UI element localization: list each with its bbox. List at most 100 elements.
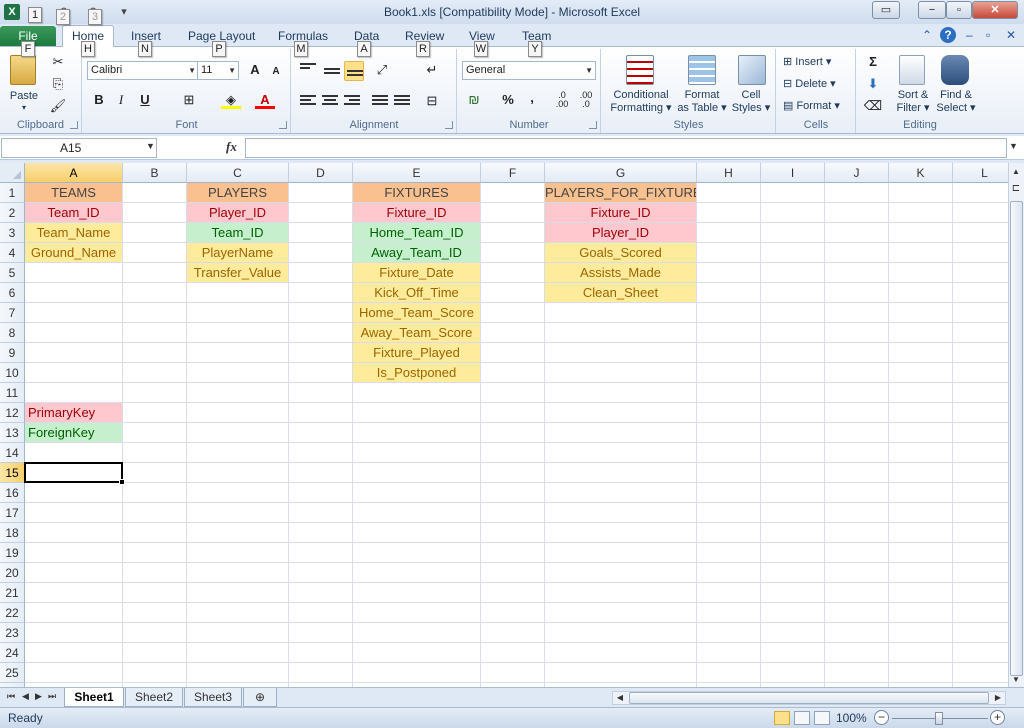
column-header-d[interactable]: D [289, 163, 353, 183]
align-left-icon[interactable] [300, 95, 316, 107]
shrink-font-button[interactable]: A [266, 63, 286, 81]
cell-g5[interactable]: Assists_Made [545, 263, 696, 282]
cell-c4[interactable]: PlayerName [187, 243, 288, 262]
percent-style-button[interactable]: % [498, 91, 518, 109]
last-sheet-icon[interactable]: ⏭ [48, 691, 56, 702]
workbook-minimize-icon[interactable]: – [966, 28, 973, 42]
format-as-table-icon[interactable] [688, 55, 716, 85]
close-button[interactable]: ✕ [972, 1, 1018, 19]
paste-icon[interactable] [10, 55, 36, 85]
align-center-icon[interactable] [322, 95, 338, 107]
copy-icon[interactable]: ⎘ [48, 75, 68, 93]
page-break-view-button[interactable] [814, 711, 830, 725]
grow-font-button[interactable]: A [245, 61, 265, 79]
scroll-up-icon[interactable]: ▲ [1009, 167, 1023, 176]
next-sheet-icon[interactable]: ▶ [35, 691, 42, 702]
row-header-22[interactable]: 22 [0, 603, 25, 623]
sheet-tab-sheet2[interactable]: Sheet2 [125, 688, 183, 707]
row-header-1[interactable]: 1 [0, 183, 25, 203]
underline-button[interactable]: U [135, 91, 155, 109]
sort-filter-button[interactable]: Sort & Filter ▾ [893, 89, 933, 115]
cell-styles-icon[interactable] [738, 55, 766, 85]
row-header-25[interactable]: 25 [0, 663, 25, 683]
row-header-3[interactable]: 3 [0, 223, 25, 243]
insert-sheet-icon[interactable]: ⊕ [243, 688, 277, 707]
column-header-e[interactable]: E [353, 163, 481, 183]
name-box[interactable]: A15 [1, 138, 157, 158]
column-header-k[interactable]: K [889, 163, 953, 183]
align-bottom-button[interactable] [344, 61, 364, 81]
increase-indent-icon[interactable] [394, 95, 410, 107]
cell-e3[interactable]: Home_Team_ID [353, 223, 480, 242]
row-header-13[interactable]: 13 [0, 423, 25, 443]
binoculars-icon[interactable] [941, 55, 969, 85]
row-header-12[interactable]: 12 [0, 403, 25, 423]
find-select-button[interactable]: Find & Select ▾ [935, 89, 977, 115]
align-right-icon[interactable] [344, 95, 360, 107]
insert-function-icon[interactable]: fx [226, 139, 237, 155]
name-box-dropdown-icon[interactable]: ▼ [146, 141, 155, 151]
cell-g4[interactable]: Goals_Scored [545, 243, 696, 262]
italic-button[interactable]: I [111, 91, 131, 109]
ribbon-minimize-button[interactable]: ▭ [872, 1, 900, 19]
row-header-7[interactable]: 7 [0, 303, 25, 323]
font-name-combo[interactable]: Calibri ▼ [87, 61, 199, 80]
paste-button[interactable]: Paste [6, 90, 42, 102]
cell-styles-button[interactable]: Cell Styles ▾ [728, 89, 774, 115]
zoom-slider-thumb[interactable] [935, 712, 943, 725]
cell-e7[interactable]: Home_Team_Score [353, 303, 480, 322]
fill-color-icon[interactable]: ◈ [221, 91, 241, 109]
cell-a2[interactable]: Team_ID [25, 203, 122, 222]
cell-e5[interactable]: Fixture_Date [353, 263, 480, 282]
borders-icon[interactable]: ⊞ [179, 91, 199, 109]
format-as-table-button[interactable]: Format as Table ▾ [676, 89, 728, 115]
cell-a12[interactable]: PrimaryKey [25, 403, 122, 422]
prev-sheet-icon[interactable]: ◀ [22, 691, 29, 702]
worksheet-grid[interactable]: A B C D E F G H I J K L 1 2 3 4 5 6 7 8 9 10 11 12 13 14 15 16 17 18 1… [0, 163, 1008, 687]
cell-g1[interactable]: PLAYERS_FOR_FIXTURE [545, 183, 696, 202]
decrease-decimal-button[interactable]: .00 .0 [576, 91, 596, 109]
row-header-5[interactable]: 5 [0, 263, 25, 283]
cell-e9[interactable]: Fixture_Played [353, 343, 480, 362]
conditional-formatting-icon[interactable] [626, 55, 654, 85]
cell-e6[interactable]: Kick_Off_Time [353, 283, 480, 302]
column-header-j[interactable]: J [825, 163, 889, 183]
cell-a4[interactable]: Ground_Name [25, 243, 122, 262]
minimize-button[interactable]: − [918, 1, 946, 19]
fill-icon[interactable]: ⬇ [863, 75, 883, 93]
cell-a1[interactable]: TEAMS [25, 183, 122, 202]
page-layout-view-button[interactable] [794, 711, 810, 725]
font-size-combo[interactable]: 11 ▼ [197, 61, 239, 80]
align-top-icon[interactable] [300, 63, 316, 71]
row-header-17[interactable]: 17 [0, 503, 25, 523]
row-header-24[interactable]: 24 [0, 643, 25, 663]
increase-decimal-button[interactable]: .0 .00 [552, 91, 572, 109]
formula-input[interactable] [245, 138, 1007, 158]
row-header-14[interactable]: 14 [0, 443, 25, 463]
collapse-ribbon-icon[interactable]: ⌃ [922, 28, 932, 42]
wrap-text-icon[interactable]: ↵ [422, 61, 442, 79]
autosum-button[interactable]: Σ [863, 53, 883, 71]
row-header-19[interactable]: 19 [0, 543, 25, 563]
row-header-10[interactable]: 10 [0, 363, 25, 383]
workbook-close-icon[interactable]: ✕ [1006, 28, 1016, 42]
cell-e1[interactable]: FIXTURES [353, 183, 480, 202]
first-sheet-icon[interactable]: ⏮ [7, 691, 15, 702]
sheet-tab-sheet3[interactable]: Sheet3 [184, 688, 242, 707]
cell-e10[interactable]: Is_Postponed [353, 363, 480, 382]
sort-filter-icon[interactable] [899, 55, 925, 85]
row-header-18[interactable]: 18 [0, 523, 25, 543]
row-header-11[interactable]: 11 [0, 383, 25, 403]
row-header-16[interactable]: 16 [0, 483, 25, 503]
column-header-b[interactable]: B [123, 163, 187, 183]
vertical-scroll-thumb[interactable] [1010, 201, 1023, 676]
sheet-tab-sheet1[interactable]: Sheet1 [64, 688, 124, 707]
paste-dropdown-icon[interactable]: ▾ [22, 103, 26, 112]
zoom-out-button[interactable]: − [874, 710, 889, 725]
row-header-15[interactable]: 15 [0, 463, 25, 483]
delete-cells-button[interactable]: ⊟ Delete ▾ [783, 77, 836, 90]
scroll-left-icon[interactable]: ◀ [613, 693, 627, 702]
zoom-in-button[interactable]: + [990, 710, 1005, 725]
column-header-f[interactable]: F [481, 163, 545, 183]
number-format-combo[interactable]: General ▼ [462, 61, 596, 80]
